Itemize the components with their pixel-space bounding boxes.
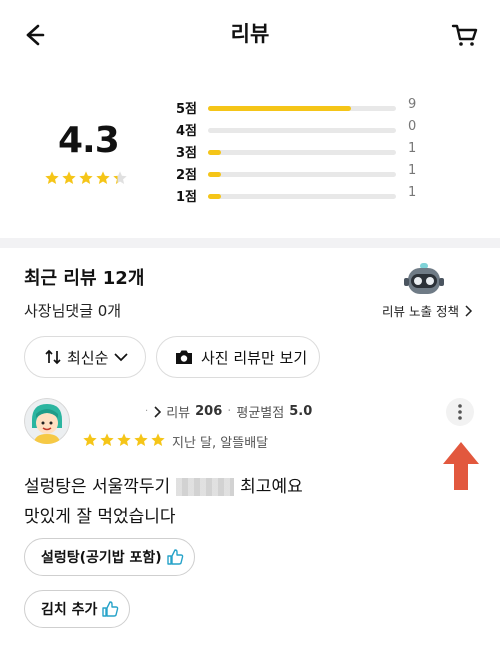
sort-icon <box>45 349 61 365</box>
distribution-bar <box>208 106 396 111</box>
review-date: 지난 달, 알뜰배달 <box>172 436 269 451</box>
star-icon <box>45 171 59 184</box>
thumbs-up-icon <box>167 549 184 565</box>
distribution-bar <box>208 194 396 199</box>
review-stars <box>82 432 166 448</box>
reviewer-avg-label: 평균별점 <box>236 406 285 421</box>
distribution-count: 0 <box>408 119 417 134</box>
star-icon <box>113 171 127 184</box>
average-stars <box>44 170 128 186</box>
photo-filter-label: 사진 리뷰만 보기 <box>201 348 308 367</box>
separator-dot: · <box>227 404 232 419</box>
star-icon <box>62 171 76 184</box>
distribution-row: 1점 1 <box>176 185 476 206</box>
distribution-count: 1 <box>408 185 417 200</box>
chevron-right-icon <box>154 405 162 418</box>
sort-dropdown[interactable]: 최신순 <box>24 336 146 378</box>
recent-reviews-title: 최근 리뷰 12개 <box>24 268 145 289</box>
star-icon <box>100 433 114 446</box>
star-icon <box>83 433 97 446</box>
owner-reply-count: 사장님댓글 0개 <box>24 302 122 320</box>
page-title: 리뷰 <box>230 22 270 46</box>
section-divider <box>0 238 500 248</box>
review-text: 설렁탕은 서울깍두기 최고예요 맛있게 잘 먹었습니다 <box>24 472 303 532</box>
thumbs-up-icon <box>102 601 119 617</box>
distribution-label: 3점 <box>176 146 198 161</box>
dot-icon: · <box>145 406 149 417</box>
annotation-arrow-icon <box>441 440 481 492</box>
menu-tag-chip[interactable]: 김치 추가 <box>24 590 131 628</box>
photo-review-filter[interactable]: 사진 리뷰만 보기 <box>156 336 320 378</box>
distribution-bar <box>208 128 396 133</box>
menu-tag-chip[interactable]: 설렁탕(공기밥 포함) <box>24 538 195 576</box>
star-icon <box>96 171 110 184</box>
distribution-bar-fill <box>208 106 351 111</box>
app-header: 리뷰 <box>0 0 500 68</box>
menu-tag-label: 설렁탕(공기밥 포함) <box>41 550 162 566</box>
reviewer-avg-value: 5.0 <box>289 404 313 419</box>
distribution-row: 4점 0 <box>176 119 476 140</box>
menu-tag-label: 김치 추가 <box>41 602 98 618</box>
review-policy-link[interactable]: 리뷰 노출 정책 <box>382 301 473 320</box>
more-options-button[interactable] <box>446 398 474 426</box>
star-icon <box>134 433 148 446</box>
sort-label: 최신순 <box>67 348 109 367</box>
star-icon <box>117 433 131 446</box>
distribution-label: 4점 <box>176 124 198 139</box>
distribution-row: 5점 9 <box>176 97 476 118</box>
cart-button[interactable] <box>450 20 480 50</box>
reviewer-review-count: 206 <box>195 404 223 419</box>
policy-label: 리뷰 노출 정책 <box>382 304 459 319</box>
review-text-line2: 맛있게 잘 먹었습니다 <box>24 507 176 527</box>
star-icon <box>79 171 93 184</box>
review-text-line1b: 최고예요 <box>240 477 303 497</box>
blurred-text <box>176 478 235 496</box>
distribution-label: 2점 <box>176 168 198 183</box>
distribution-label: 1점 <box>176 190 198 205</box>
review-text-line1a: 설렁탕은 서울깍두기 <box>24 477 171 497</box>
cart-icon <box>451 24 478 46</box>
distribution-bar <box>208 172 396 177</box>
distribution-bar-fill <box>208 150 222 155</box>
distribution-count: 9 <box>408 97 417 112</box>
avatar[interactable] <box>24 398 70 444</box>
distribution-count: 1 <box>408 141 417 156</box>
distribution-bar <box>208 150 396 155</box>
star-icon <box>151 433 165 446</box>
chevron-down-icon <box>114 353 129 362</box>
distribution-count: 1 <box>408 163 417 178</box>
average-score: 4.3 <box>58 120 120 161</box>
distribution-row: 2점 1 <box>176 163 476 184</box>
reviewer-meta: · 리뷰 206 · 평균별점 5.0 <box>145 402 312 421</box>
robot-icon[interactable] <box>402 262 446 300</box>
distribution-bar-fill <box>208 194 222 199</box>
rating-summary: 4.3 5점 9 4점 0 3점 1 2점 1 1점 1 <box>0 90 500 215</box>
camera-icon <box>176 350 192 364</box>
distribution-bar-fill <box>208 172 222 177</box>
reviewer-review-label: 리뷰 <box>166 406 191 421</box>
distribution-label: 5점 <box>176 102 198 117</box>
distribution-row: 3점 1 <box>176 141 476 162</box>
more-vertical-icon <box>458 404 462 420</box>
chevron-right-icon <box>465 304 473 317</box>
